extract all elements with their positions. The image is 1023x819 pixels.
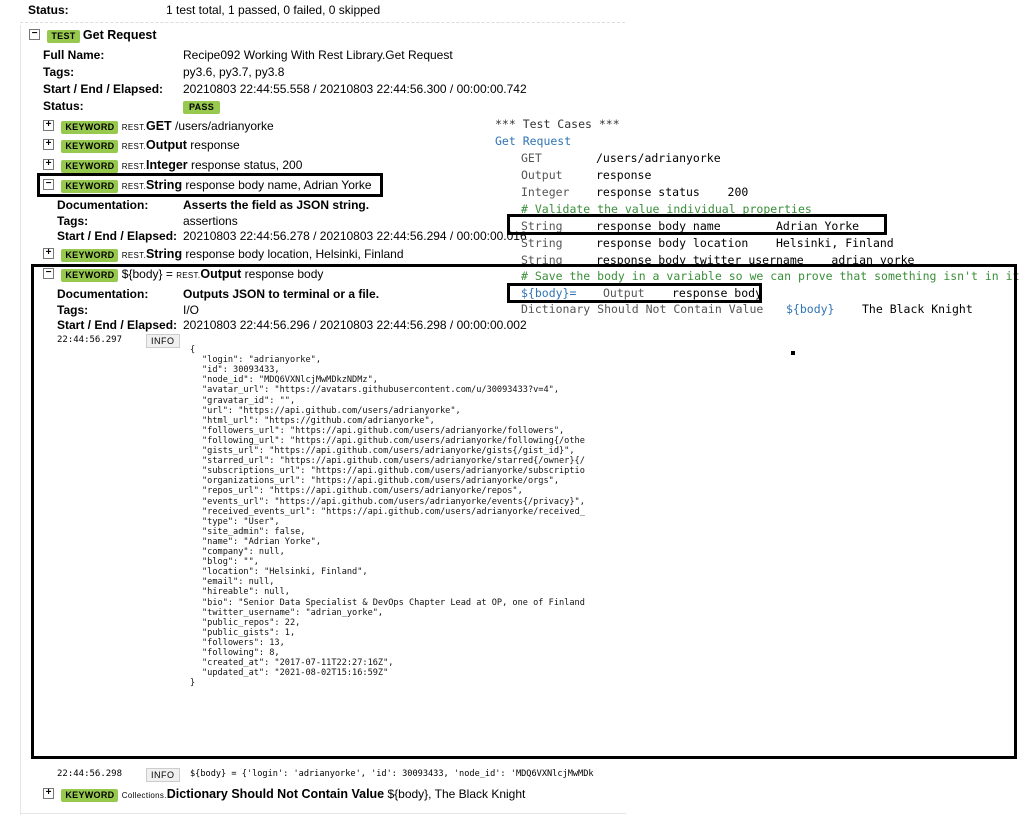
expand-toggle[interactable]: + <box>43 159 54 171</box>
keyword-name: String <box>145 247 183 261</box>
keyword-badge: KEYWORD <box>61 140 119 153</box>
keyword-name: GET <box>145 119 172 133</box>
marker-dot <box>791 351 795 355</box>
keyword-row[interactable]: + KEYWORD Collections.Dictionary Should … <box>43 787 525 802</box>
divider <box>20 22 625 23</box>
expand-toggle[interactable]: + <box>43 120 54 132</box>
keyword-badge: KEYWORD <box>61 121 119 134</box>
overall-status-row: Status: <box>28 3 69 18</box>
keyword-row[interactable]: + KEYWORD REST.Integer response status, … <box>43 158 302 173</box>
test-status-label: Status: <box>43 99 84 113</box>
log-timestamp: 22:44:56.298 <box>57 769 123 779</box>
kw-tags-value: assertions <box>183 214 238 228</box>
info-badge: INFO <box>146 768 180 782</box>
library-name: REST. <box>121 142 146 151</box>
tags-label: Tags: <box>43 65 75 79</box>
elapsed-label: Start / End / Elapsed: <box>43 82 164 96</box>
highlight-box <box>507 214 887 235</box>
kw-elapsed-label: Start / End / Elapsed: <box>57 229 178 243</box>
library-name: REST. <box>121 251 146 260</box>
expand-toggle[interactable]: + <box>43 788 54 800</box>
code-test-name: Get Request <box>495 134 572 148</box>
keyword-name: Dictionary Should Not Contain Value <box>166 787 385 801</box>
keyword-name: Output <box>145 138 187 152</box>
tags-value: py3.6, py3.7, py3.8 <box>183 65 285 79</box>
code-args: response status 200 <box>596 185 749 199</box>
highlight-box <box>37 173 383 197</box>
keyword-row[interactable]: + KEYWORD REST.String response body loca… <box>43 247 404 262</box>
pass-badge: PASS <box>183 101 221 114</box>
keyword-badge: KEYWORD <box>61 160 119 173</box>
expand-toggle[interactable]: + <box>43 248 54 260</box>
code-args: response body location Helsinki, Finland <box>596 236 894 250</box>
collapse-toggle[interactable]: − <box>29 29 40 41</box>
keyword-args: response <box>186 138 240 152</box>
keyword-badge: KEYWORD <box>61 249 119 262</box>
keyword-name: Integer <box>145 158 188 172</box>
status-label: Status: <box>28 3 69 17</box>
full-name-value: Recipe092 Working With Rest Library.Get … <box>183 48 453 62</box>
test-header[interactable]: − TEST Get Request <box>29 28 157 43</box>
keyword-args: response status, 200 <box>187 158 303 172</box>
expand-toggle[interactable]: + <box>43 139 54 151</box>
overall-status-value: 1 test total, 1 passed, 0 failed, 0 skip… <box>166 3 381 17</box>
doc-value: Asserts the field as JSON string. <box>183 198 370 212</box>
code-keyword: String <box>521 236 563 250</box>
test-name: Get Request <box>82 28 157 42</box>
full-name-label: Full Name: <box>43 48 105 62</box>
library-name: REST. <box>121 162 146 171</box>
keyword-args: response body location, Helsinki, Finlan… <box>182 247 404 261</box>
library-name: Collections. <box>121 791 167 800</box>
code-args: /users/adrianyorke <box>596 151 721 165</box>
keyword-row[interactable]: + KEYWORD REST.Output response <box>43 138 240 153</box>
panel-border <box>20 813 626 814</box>
code-keyword: Output <box>521 168 563 182</box>
code-keyword: Integer <box>521 185 570 199</box>
log-message: ${body} = {'login': 'adrianyorke', 'id':… <box>190 769 594 779</box>
highlight-box <box>31 264 1017 759</box>
keyword-args: /users/adrianyorke <box>171 119 274 133</box>
test-status-row: PASS <box>183 99 221 114</box>
keyword-args: ${body}, The Black Knight <box>384 787 526 801</box>
kw-elapsed-value: 20210803 22:44:56.278 / 20210803 22:44:5… <box>183 229 527 243</box>
test-badge: TEST <box>47 30 80 43</box>
doc-label: Documentation: <box>57 198 149 212</box>
kw-tags-label: Tags: <box>57 214 89 228</box>
library-name: REST. <box>121 123 146 132</box>
keyword-badge: KEYWORD <box>61 789 119 802</box>
code-args: response <box>596 168 652 182</box>
panel-border <box>20 25 21 815</box>
log-level: INFO <box>146 767 180 782</box>
code-keyword: GET <box>521 151 542 165</box>
elapsed-value: 20210803 22:44:55.558 / 20210803 22:44:5… <box>183 82 527 96</box>
keyword-row[interactable]: + KEYWORD REST.GET /users/adrianyorke <box>43 119 274 134</box>
code-section-header: *** Test Cases *** <box>495 117 620 131</box>
